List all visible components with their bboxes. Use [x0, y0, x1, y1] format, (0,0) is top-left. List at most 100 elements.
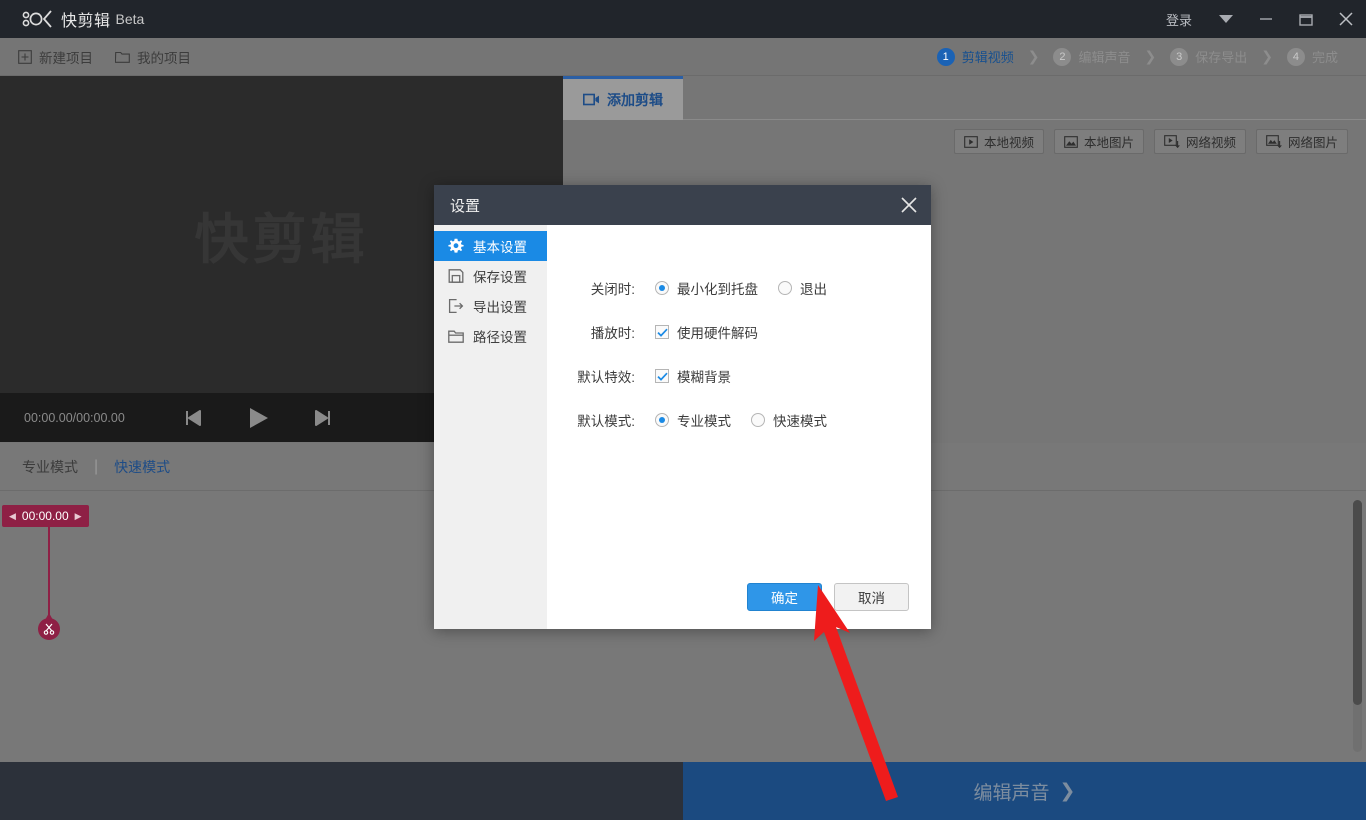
sidebar-item-save-settings[interactable]: 保存设置	[434, 261, 547, 291]
on-play-label: 播放时:	[547, 322, 635, 342]
scissors-icon[interactable]	[38, 618, 60, 640]
setting-row-on-play: 播放时: 使用硬件解码	[547, 320, 758, 344]
radio-quick-mode[interactable]: 快速模式	[751, 410, 827, 430]
radio-minimize-label: 最小化到托盘	[677, 278, 758, 298]
radio-indicator[interactable]	[751, 413, 765, 427]
plus-box-icon	[18, 50, 32, 64]
marker-prev-arrow[interactable]: ◀	[9, 511, 16, 522]
sidebar-item-export-settings[interactable]: 导出设置	[434, 291, 547, 321]
step-4-label: 完成	[1312, 47, 1338, 66]
maximize-icon[interactable]	[1286, 0, 1326, 38]
mode-quick[interactable]: 快速模式	[114, 457, 170, 477]
step-4-number: 4	[1287, 48, 1305, 66]
tab-add-clip[interactable]: 添加剪辑	[563, 76, 683, 120]
app-window: 快剪辑 Beta 登录 新建项目 我的项目	[0, 0, 1366, 820]
workflow-steps: 1 剪辑视频 ❯ 2 编辑声音 ❯ 3 保存导出 ❯ 4 完成	[937, 47, 1338, 66]
local-video-label: 本地视频	[984, 132, 1034, 151]
local-video-icon	[964, 136, 978, 148]
video-camera-icon	[583, 93, 600, 106]
check-icon	[657, 372, 668, 381]
mode-professional[interactable]: 专业模式	[22, 457, 78, 477]
my-projects-label: 我的项目	[137, 47, 191, 67]
local-image-icon	[1064, 136, 1078, 148]
step-1-number: 1	[937, 48, 955, 66]
dialog-main: 关闭时: 最小化到托盘 退出 播放时:	[547, 225, 931, 629]
dialog-header: 设置	[434, 185, 931, 225]
step-1[interactable]: 1 剪辑视频	[937, 47, 1014, 66]
close-icon[interactable]	[1326, 0, 1366, 38]
tab-strip: 添加剪辑	[563, 76, 1366, 120]
step-separator: ❯	[1028, 48, 1040, 65]
setting-row-default-mode: 默认模式: 专业模式 快速模式	[547, 408, 827, 432]
timeline-scrollbar-thumb[interactable]	[1353, 500, 1362, 705]
folder-icon	[115, 50, 130, 63]
check-icon	[657, 328, 668, 337]
sidebar-item-basic-settings[interactable]: 基本设置	[434, 231, 547, 261]
dialog-title: 设置	[450, 195, 480, 216]
skip-forward-icon[interactable]	[313, 408, 333, 428]
preview-watermark: 快剪辑	[195, 195, 369, 274]
next-step-label: 编辑声音	[974, 778, 1050, 805]
checkbox-indicator[interactable]	[655, 369, 669, 383]
window-controls: 登录	[1152, 0, 1366, 38]
mode-divider: |	[94, 458, 98, 476]
radio-minimize-to-tray[interactable]: 最小化到托盘	[655, 278, 758, 298]
app-logo-icon	[22, 10, 52, 28]
confirm-button[interactable]: 确定	[747, 583, 822, 611]
sidebar-path-label: 路径设置	[473, 326, 527, 346]
default-mode-label: 默认模式:	[547, 410, 635, 430]
radio-indicator[interactable]	[655, 281, 669, 295]
radio-indicator[interactable]	[655, 413, 669, 427]
cancel-button[interactable]: 取消	[834, 583, 909, 611]
radio-exit[interactable]: 退出	[778, 278, 827, 298]
step-2-label: 编辑声音	[1078, 47, 1130, 66]
next-step-chevron: ❯	[1060, 780, 1076, 803]
network-image-button[interactable]: 网络图片	[1256, 129, 1348, 154]
new-project-button[interactable]: 新建项目	[18, 47, 93, 67]
checkbox-indicator[interactable]	[655, 325, 669, 339]
login-button[interactable]: 登录	[1152, 10, 1206, 29]
minimize-icon[interactable]	[1246, 0, 1286, 38]
step-separator: ❯	[1261, 48, 1273, 65]
marker-time: 00:00.00	[22, 509, 69, 523]
setting-row-on-close: 关闭时: 最小化到托盘 退出	[547, 276, 827, 300]
app-beta-tag: Beta	[116, 11, 145, 27]
radio-indicator[interactable]	[778, 281, 792, 295]
skip-back-icon[interactable]	[183, 408, 203, 428]
checkbox-hardware-decode[interactable]: 使用硬件解码	[655, 322, 758, 342]
default-effect-label: 默认特效:	[547, 366, 635, 386]
new-project-label: 新建项目	[39, 47, 93, 67]
step-2[interactable]: 2 编辑声音	[1053, 47, 1130, 66]
sidebar-item-path-settings[interactable]: 路径设置	[434, 321, 547, 351]
step-3-number: 3	[1170, 48, 1188, 66]
local-video-button[interactable]: 本地视频	[954, 129, 1044, 154]
radio-professional-mode[interactable]: 专业模式	[655, 410, 731, 430]
network-video-button[interactable]: 网络视频	[1154, 129, 1246, 154]
step-3[interactable]: 3 保存导出	[1170, 47, 1247, 66]
tab-add-clip-label: 添加剪辑	[607, 90, 663, 110]
marker-next-arrow[interactable]: ▶	[75, 511, 82, 522]
step-4[interactable]: 4 完成	[1287, 47, 1338, 66]
next-step-button[interactable]: 编辑声音 ❯	[683, 762, 1366, 820]
setting-row-default-effect: 默认特效: 模糊背景	[547, 364, 731, 388]
radio-professional-label: 专业模式	[677, 410, 731, 430]
local-image-button[interactable]: 本地图片	[1054, 129, 1144, 154]
checkbox-blur-background-label: 模糊背景	[677, 366, 731, 386]
timeline-playhead-marker[interactable]: ◀ 00:00.00 ▶	[2, 505, 89, 527]
dialog-actions: 确定 取消	[747, 583, 909, 611]
play-icon[interactable]	[245, 405, 271, 431]
close-icon[interactable]	[887, 185, 931, 225]
gear-icon	[448, 238, 464, 254]
checkbox-blur-background[interactable]: 模糊背景	[655, 366, 731, 386]
network-image-icon	[1266, 135, 1282, 148]
local-image-label: 本地图片	[1084, 132, 1134, 151]
export-arrow-icon	[448, 298, 464, 314]
network-video-label: 网络视频	[1186, 132, 1236, 151]
menu-bar: 新建项目 我的项目 1 剪辑视频 ❯ 2 编辑声音 ❯ 3 保存导出 ❯ 4	[0, 38, 1366, 76]
my-projects-button[interactable]: 我的项目	[115, 47, 191, 67]
sidebar-export-label: 导出设置	[473, 296, 527, 316]
on-close-label: 关闭时:	[547, 278, 635, 298]
chevron-down-icon[interactable]	[1206, 0, 1246, 38]
save-disk-icon	[448, 268, 464, 284]
sidebar-save-label: 保存设置	[473, 266, 527, 286]
